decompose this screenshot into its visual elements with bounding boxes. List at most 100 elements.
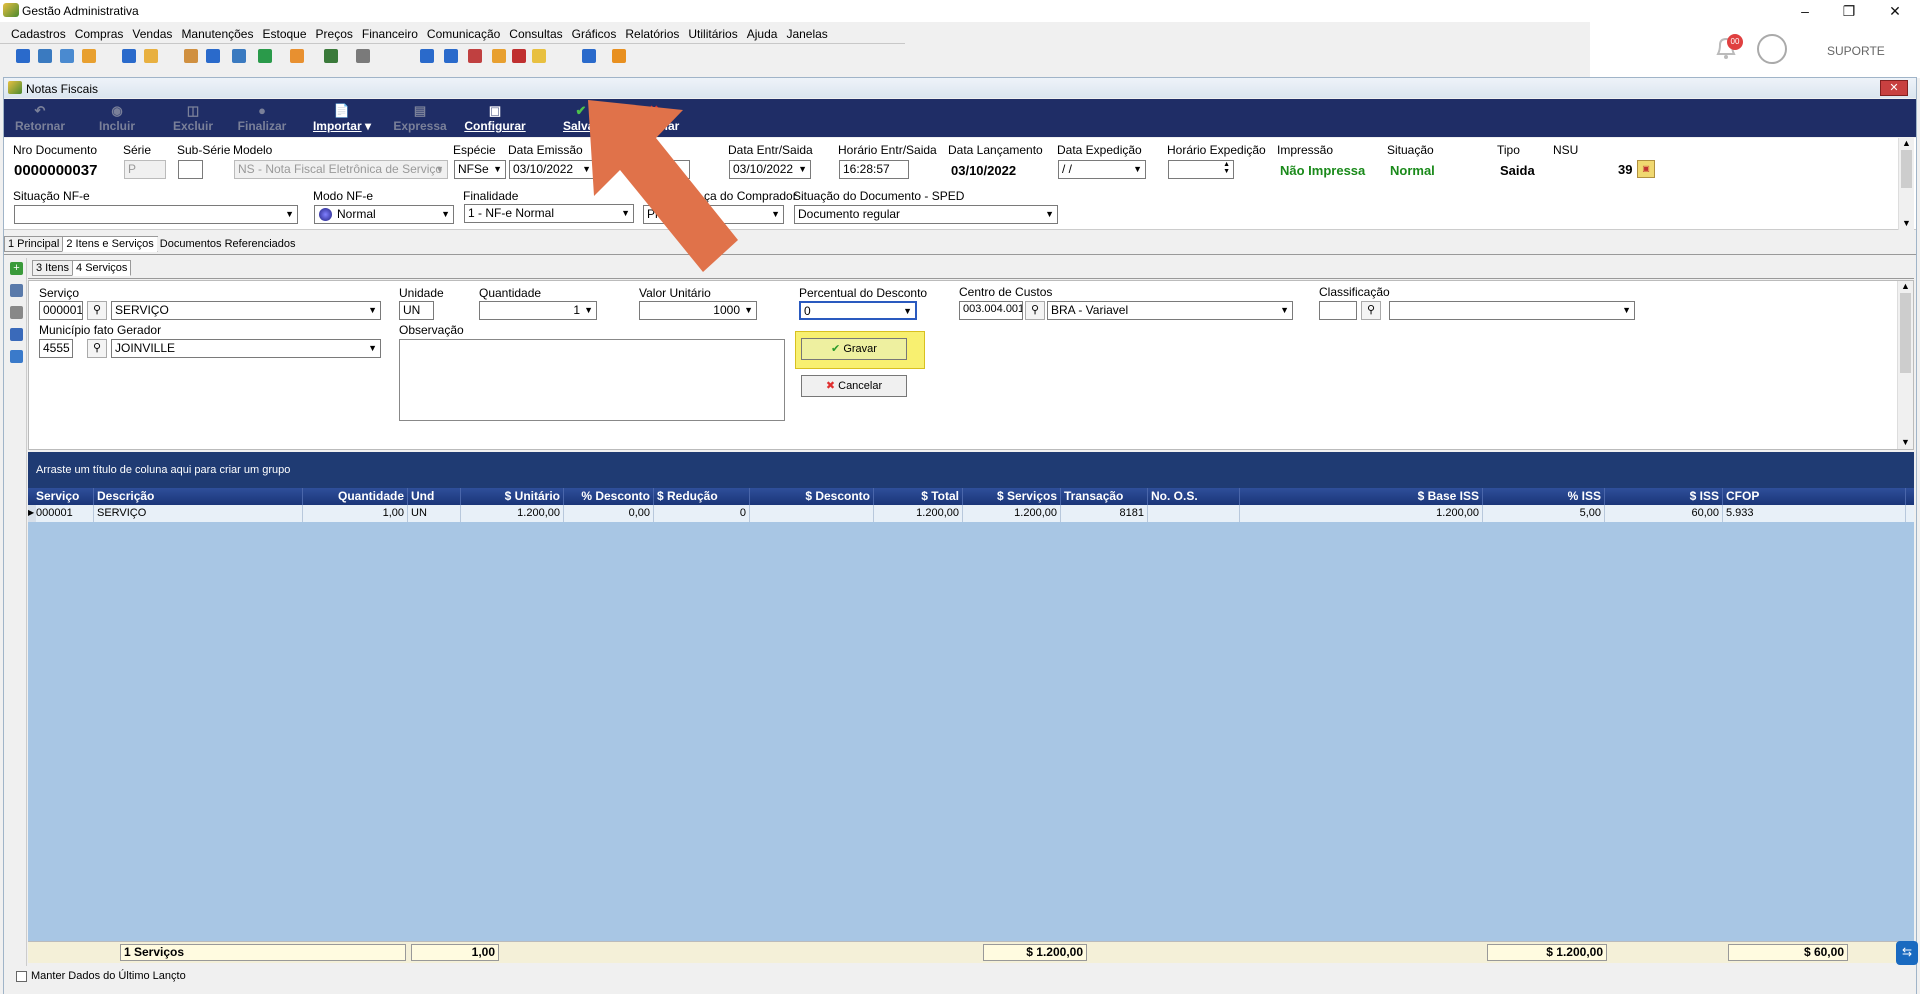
tool-icon[interactable]: [10, 306, 23, 319]
tab-documentos-referenciados[interactable]: Documentos Referenciados: [156, 237, 299, 251]
finalizar-button[interactable]: ● Finalizar: [234, 99, 290, 137]
centro-name-select[interactable]: BRA - Variavel ▼: [1047, 301, 1293, 320]
toolbar-icon-9[interactable]: [258, 49, 272, 63]
grid-col-2[interactable]: Quantidade: [303, 488, 408, 505]
situacao-doc-select[interactable]: Documento regular ▼: [794, 205, 1058, 224]
toolbar-icon-12[interactable]: [356, 49, 370, 63]
search-icon[interactable]: ⚲: [87, 301, 107, 320]
remote-support-icon[interactable]: ⇆: [1896, 941, 1918, 965]
data-entr-field[interactable]: 03/10/2022 ▼: [729, 160, 811, 179]
toolbar-icon-3[interactable]: [82, 49, 96, 63]
menu-item-0[interactable]: Cadastros: [11, 27, 66, 41]
list-icon[interactable]: [10, 284, 23, 297]
data-emissao-field[interactable]: 03/10/2022 ▼: [509, 160, 595, 179]
grid-col-13[interactable]: % ISS: [1483, 488, 1605, 505]
toolbar-icon-11[interactable]: [324, 49, 338, 63]
tab-itens[interactable]: 3 Itens: [32, 260, 74, 276]
importar-button[interactable]: 📄 Importar ▾: [304, 99, 380, 137]
gravar-button[interactable]: ✔ Gravar: [801, 338, 907, 360]
perc-desc-field[interactable]: 0 ▼: [799, 301, 917, 320]
tab-servicos[interactable]: 4 Serviços: [72, 260, 132, 276]
grid-col-10[interactable]: Transação: [1061, 488, 1148, 505]
grid-icon[interactable]: [10, 328, 23, 341]
window-close-button[interactable]: ✕: [1880, 80, 1908, 96]
horario-entr-field[interactable]: 16:28:57: [839, 160, 909, 179]
toolbar-icon-1[interactable]: [38, 49, 52, 63]
grid-col-12[interactable]: $ Base ISS: [1240, 488, 1483, 505]
search-icon[interactable]: ⚲: [1025, 301, 1045, 320]
toolbar-icon-2[interactable]: [60, 49, 74, 63]
document-icon[interactable]: [10, 350, 23, 363]
toolbar-icon-20[interactable]: [612, 49, 626, 63]
municipio-code-field[interactable]: 4555: [39, 339, 73, 358]
tab-principal[interactable]: 1 Principal: [4, 236, 64, 252]
menu-item-10[interactable]: Relatórios: [625, 27, 679, 41]
finalidade-select[interactable]: 1 - NF-e Normal ▼: [464, 204, 634, 223]
close-button[interactable]: ✕: [1872, 0, 1918, 22]
menu-item-8[interactable]: Consultas: [509, 27, 562, 41]
presenca-select[interactable]: Presencial ▼: [643, 205, 784, 224]
toolbar-icon-6[interactable]: [184, 49, 198, 63]
toolbar-icon-8[interactable]: [232, 49, 246, 63]
toolbar-icon-19[interactable]: [582, 49, 596, 63]
menu-item-12[interactable]: Ajuda: [747, 27, 778, 41]
retornar-button[interactable]: ↶ Retornar: [12, 99, 68, 137]
toolbar-icon-15[interactable]: [468, 49, 482, 63]
servico-code-field[interactable]: 000001: [39, 301, 83, 320]
grid-col-15[interactable]: CFOP: [1723, 488, 1906, 505]
grid-col-11[interactable]: No. O.S.: [1148, 488, 1240, 505]
municipio-name-select[interactable]: JOINVILLE ▼: [111, 339, 381, 358]
especie-select[interactable]: NFSe ▼: [454, 160, 506, 179]
toolbar-icon-10[interactable]: [290, 49, 304, 63]
menu-item-7[interactable]: Comunicação: [427, 27, 500, 41]
toolbar-icon-5[interactable]: [144, 49, 158, 63]
grid-col-8[interactable]: $ Total: [874, 488, 963, 505]
valor-unit-field[interactable]: 1000 ▼: [639, 301, 757, 320]
restore-button[interactable]: ❐: [1826, 0, 1872, 22]
table-row[interactable]: ▶ 000001 SERVIÇO 1,00 UN 1.200,00 0,00 0 1.200,0…: [28, 505, 1914, 522]
header-scrollbar[interactable]: ▲ ▼: [1898, 138, 1914, 230]
incluir-button[interactable]: ◉ Incluir: [94, 99, 140, 137]
menu-item-3[interactable]: Manutenções: [181, 27, 253, 41]
unidade-field[interactable]: UN: [399, 301, 434, 320]
search-icon[interactable]: ⚲: [87, 339, 107, 358]
search-icon[interactable]: ⚲: [1361, 301, 1381, 320]
toolbar-icon-0[interactable]: [16, 49, 30, 63]
menu-item-4[interactable]: Estoque: [262, 27, 306, 41]
group-by-panel[interactable]: Arraste um título de coluna aqui para cr…: [28, 452, 1914, 490]
hora-emissao-field[interactable]: 00: [640, 160, 690, 179]
menu-item-9[interactable]: Gráficos: [572, 27, 617, 41]
grid-col-0[interactable]: Serviço: [33, 488, 94, 505]
toolbar-icon-7[interactable]: [206, 49, 220, 63]
excluir-button[interactable]: ◫ Excluir: [170, 99, 216, 137]
menu-item-5[interactable]: Preços: [316, 27, 353, 41]
nsu-lookup-icon[interactable]: ▣: [1637, 160, 1655, 178]
user-icon[interactable]: [1757, 34, 1787, 64]
grid-col-9[interactable]: $ Serviços: [963, 488, 1061, 505]
modelo-select[interactable]: NS - Nota Fiscal Eletrônica de Serviço ▼: [234, 160, 448, 179]
classificacao-code-field[interactable]: [1319, 301, 1357, 320]
menu-item-2[interactable]: Vendas: [132, 27, 172, 41]
menu-item-1[interactable]: Compras: [75, 27, 124, 41]
toolbar-icon-14[interactable]: [444, 49, 458, 63]
grid-col-5[interactable]: % Desconto: [564, 488, 654, 505]
centro-code-field[interactable]: 003.004.001: [959, 301, 1023, 320]
menu-item-11[interactable]: Utilitários: [688, 27, 737, 41]
configurar-button[interactable]: ▣ Configurar: [460, 99, 530, 137]
expressa-button[interactable]: ▤ Expressa: [390, 99, 450, 137]
minimize-button[interactable]: –: [1782, 0, 1828, 22]
toolbar-icon-4[interactable]: [122, 49, 136, 63]
form-scrollbar[interactable]: ▲ ▼: [1897, 281, 1913, 449]
tab-itens-servicos[interactable]: 2 Itens e Serviços: [62, 236, 158, 252]
grid-col-6[interactable]: $ Redução: [654, 488, 750, 505]
observacao-textarea[interactable]: [399, 339, 785, 421]
data-exp-field[interactable]: / / ▼: [1058, 160, 1146, 179]
grid-col-14[interactable]: $ ISS: [1605, 488, 1723, 505]
grid-col-7[interactable]: $ Desconto: [750, 488, 874, 505]
toolbar-icon-18[interactable]: [532, 49, 546, 63]
toolbar-icon-16[interactable]: [492, 49, 506, 63]
salvar-button[interactable]: ✔ Salvar: [554, 99, 608, 137]
modo-nfe-select[interactable]: Normal ▼: [314, 205, 454, 224]
grid-col-4[interactable]: $ Unitário: [461, 488, 564, 505]
classificacao-name-select[interactable]: ▼: [1389, 301, 1635, 320]
